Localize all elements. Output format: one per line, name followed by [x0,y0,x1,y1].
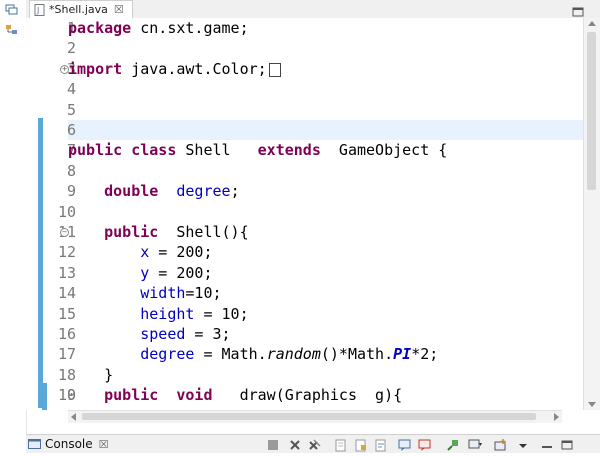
tab-shell-java[interactable]: J *Shell.java ☒ [29,0,133,18]
code-line: 3 + import java.awt.Color; [60,59,588,79]
code-line: 14 width=10; [58,283,588,303]
scroll-up-icon[interactable] [588,21,596,26]
svg-text:J: J [36,6,39,15]
pin-console-icon[interactable] [446,437,460,451]
code-line: 9 double degree; [67,181,588,201]
tab-label: *Shell.java [49,3,108,16]
line-number: 4 [66,80,76,98]
minimize-view-icon[interactable] [540,437,554,451]
code-line: 11 − public Shell(){ [58,222,588,242]
code-line: 16 speed = 3; [58,324,588,344]
code-line: 17 degree = Math.random()*Math.PI*2; [58,344,588,364]
close-tab-icon[interactable]: ☒ [114,3,124,16]
maximize-view-icon[interactable] [560,437,574,451]
change-marker [42,383,47,410]
display-selected-console-icon[interactable] [468,437,482,451]
scroll-down-icon[interactable] [588,402,596,407]
change-marker [38,160,43,408]
code-line: 12 x = 200; [58,242,588,262]
word-wrap-icon[interactable] [374,437,388,452]
current-line: 6 [67,120,588,140]
view-menu-icon[interactable] [516,437,530,451]
code-line: 18 } [58,365,588,385]
maximize-icon[interactable] [572,3,584,17]
restore-icon[interactable] [5,4,19,16]
open-console-icon[interactable] [494,437,508,451]
horizontal-scroll-thumb[interactable] [82,413,536,420]
scroll-left-icon[interactable] [71,413,76,421]
tab-console[interactable]: Console ☒ [28,435,109,453]
code-line: 4 [67,79,588,99]
line-number: 8 [66,162,76,180]
vertical-scroll-thumb[interactable] [587,32,596,190]
scroll-right-icon[interactable] [554,413,559,421]
folded-imports-icon[interactable] [268,62,281,77]
line-number: 5 [66,101,76,119]
code-line: 7 public class Shell extends GameObject … [67,140,588,160]
code-editor[interactable]: 1 package cn.sxt.game; 2 3 + import java… [26,18,600,410]
code-line: 13 y = 200; [58,263,588,283]
scroll-lock-icon[interactable] [354,437,368,452]
left-view-strip [0,0,27,452]
code-line: 5 [67,100,588,120]
code-line: 10 [58,202,588,222]
code-line: 15 height = 10; [58,304,588,324]
show-console-on-output-icon[interactable] [398,437,412,451]
code-line: 8 [67,161,588,181]
vertical-scrollbar[interactable] [583,18,600,410]
line-number: 10 [57,203,76,221]
terminate-icon[interactable] [266,437,280,451]
console-label: Console [45,437,93,451]
line-number: 2 [66,39,76,57]
code-line-partial: 20 − public void draw(Graphics g){ [68,383,562,410]
editor-tab-bar: J *Shell.java ☒ [26,0,600,19]
horizontal-scrollbar[interactable] [68,410,562,423]
remove-all-terminated-icon[interactable] [308,437,322,451]
console-icon [28,438,41,450]
close-console-icon[interactable]: ☒ [99,438,109,451]
console-view-bar: Console ☒ [26,434,600,453]
show-console-on-error-icon[interactable] [418,437,432,451]
code-area[interactable]: 1 package cn.sxt.game; 2 3 + import java… [58,18,588,410]
java-file-icon: J [34,3,46,16]
package-explorer-icon[interactable] [5,24,19,36]
code-line: 1 package cn.sxt.game; [67,18,588,38]
change-marker [38,118,43,160]
clear-console-icon[interactable] [334,437,348,452]
remove-launch-icon[interactable] [288,437,302,451]
line-number: 6 [66,121,76,139]
code-line: 2 [67,38,588,58]
